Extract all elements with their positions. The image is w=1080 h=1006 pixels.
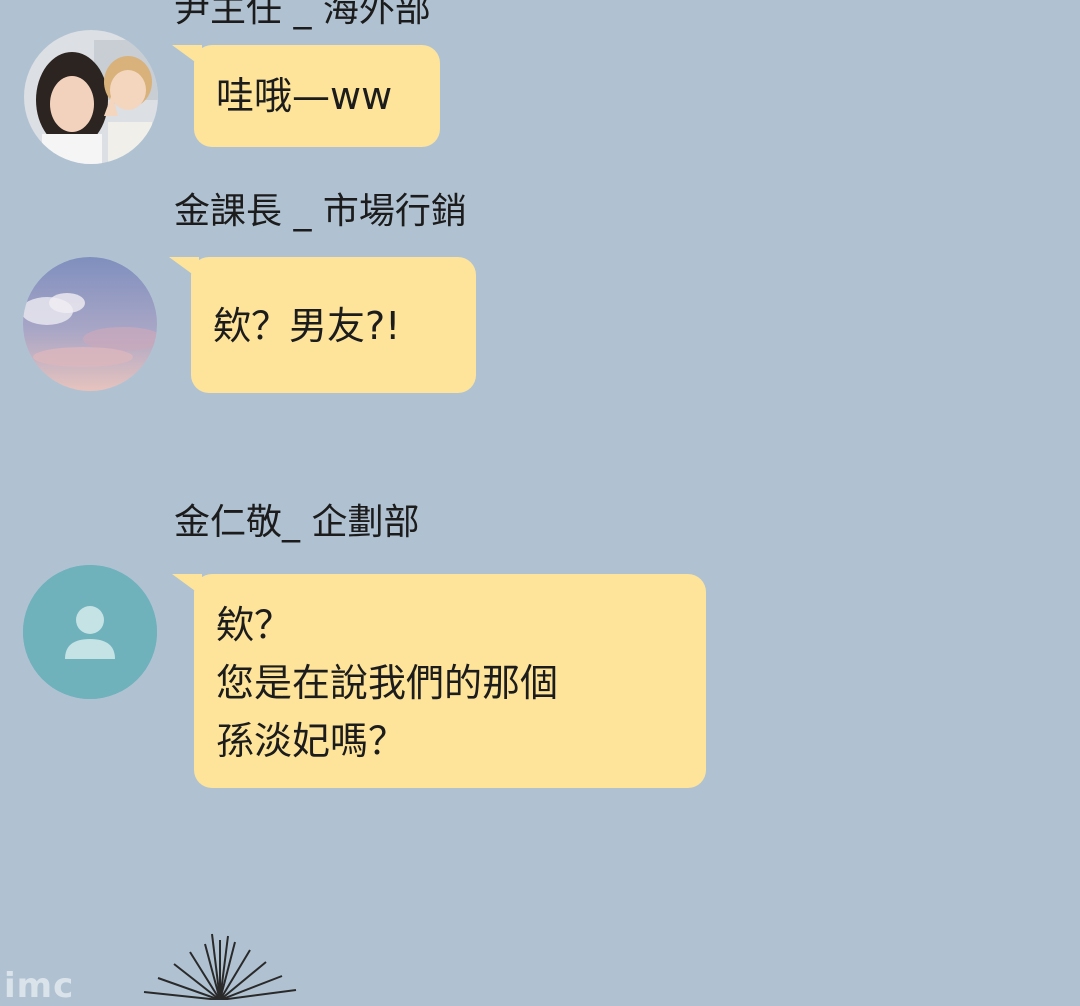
message-bubble[interactable]: 哇哦—ww bbox=[172, 45, 440, 147]
message-text: 您是在說我們的那個 bbox=[216, 661, 559, 705]
sender-name: 金仁敬_ 企劃部 bbox=[174, 502, 420, 543]
sky-clouds-avatar bbox=[23, 257, 157, 391]
avatar[interactable] bbox=[24, 30, 158, 164]
message-bubble[interactable]: 欸？ 您是在說我們的那個 孫淡妃嗎？ bbox=[172, 574, 706, 788]
watermark: imc bbox=[4, 966, 75, 1006]
message-text: 欸？ bbox=[216, 603, 293, 647]
photo-two-friends-avatar bbox=[24, 30, 158, 164]
message-text: 哇哦—ww bbox=[216, 74, 393, 118]
sender-name: 金課長 _ 市場行銷 bbox=[174, 191, 467, 232]
avatar[interactable] bbox=[23, 565, 157, 699]
message-text: 孫淡妃嗎？ bbox=[216, 719, 407, 763]
sender-name: 尹主任 _ 海外部 bbox=[174, 0, 431, 30]
default-person-avatar bbox=[23, 565, 157, 699]
message-text: 欸？男友?! bbox=[213, 304, 401, 348]
burst-lines-decoration bbox=[143, 933, 297, 1000]
message-bubble[interactable]: 欸？男友?! bbox=[169, 257, 476, 393]
avatar[interactable] bbox=[23, 257, 157, 391]
